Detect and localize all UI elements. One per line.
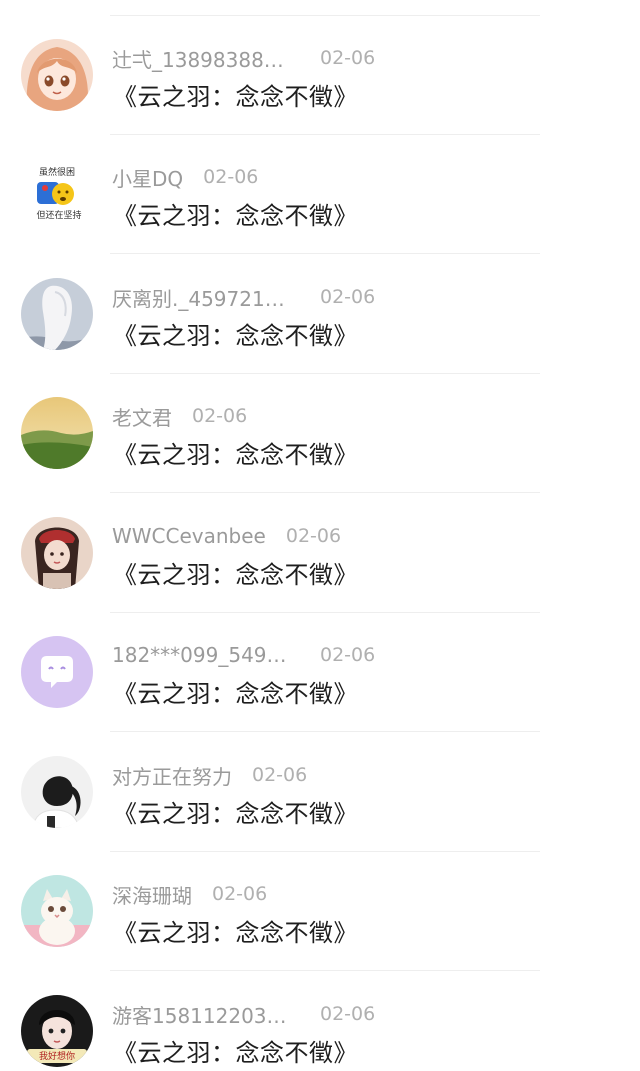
timestamp: 02-06 (203, 166, 259, 188)
comment-text: 《云之羽：念念不徵》 (113, 561, 358, 589)
comment-item[interactable]: 虽然很困 但还在坚持 小星DQ 02-06 《云之羽：念念不徵》 (0, 135, 640, 254)
comment-text: 《云之羽：念念不徵》 (113, 800, 358, 828)
girl-photo-avatar-icon (21, 517, 93, 589)
avatar[interactable] (21, 278, 93, 350)
timestamp: 02-06 (320, 1003, 376, 1025)
comment-meta: 小星DQ 02-06 (112, 163, 259, 192)
avatar[interactable] (21, 517, 93, 589)
avatar[interactable] (21, 636, 93, 708)
comment-meta: 辻弌_138983884... 02-06 (112, 44, 376, 73)
comment-item[interactable]: 对方正在努力 02-06 《云之羽：念念不徵》 (0, 733, 640, 852)
avatar-caption: 我好想你 (39, 1050, 75, 1062)
comment-meta: 182***099_54930... 02-06 (112, 642, 375, 668)
timestamp: 02-06 (285, 525, 342, 547)
avatar[interactable]: 虽然很困 但还在坚持 (21, 158, 93, 230)
selfie-girl-avatar-icon: 我好想你 (21, 995, 93, 1067)
comment-item[interactable]: 老文君 02-06 《云之羽：念念不徵》 (0, 374, 640, 493)
divider (110, 970, 540, 971)
divider (110, 253, 540, 254)
timestamp: 02-06 (192, 405, 248, 427)
comment-text: 《云之羽：念念不徵》 (113, 1039, 358, 1067)
landscape-avatar-icon (21, 397, 93, 469)
avatar[interactable] (21, 397, 93, 469)
comment-item[interactable]: 我好想你 游客1581122035... 02-06 《云之羽：念念不徵》 (0, 972, 640, 1071)
username[interactable]: WWCCevanbee (112, 524, 266, 548)
comment-item[interactable]: 辻弌_138983884... 02-06 《云之羽：念念不徵》 (0, 16, 640, 135)
comment-text: 《云之羽：念念不徵》 (113, 680, 358, 708)
comment-text: 《云之羽：念念不徵》 (113, 441, 358, 469)
comment-meta: 对方正在努力 02-06 (112, 761, 308, 790)
timestamp: 02-06 (320, 47, 376, 69)
sticker-text-top: 虽然很困 (39, 166, 75, 178)
username[interactable]: 厌离别._4597216... (112, 283, 292, 312)
cat-avatar-icon (21, 875, 93, 947)
emoji-sticker-avatar-icon: 虽然很困 但还在坚持 (21, 158, 93, 230)
timestamp: 02-06 (212, 883, 268, 905)
comment-meta: 老文君 02-06 (112, 402, 248, 431)
comment-item[interactable]: 厌离别._4597216... 02-06 《云之羽：念念不徵》 (0, 255, 640, 374)
username[interactable]: 深海珊瑚 (112, 880, 192, 909)
comment-meta: WWCCevanbee 02-06 (112, 523, 341, 549)
avatar[interactable] (21, 875, 93, 947)
comment-item[interactable]: 182***099_54930... 02-06 《云之羽：念念不徵》 (0, 613, 640, 732)
divider (110, 492, 540, 493)
ghost-girl-avatar-icon (21, 278, 93, 350)
timestamp: 02-06 (252, 764, 308, 786)
username[interactable]: 游客1581122035... (112, 1000, 292, 1029)
comment-text: 《云之羽：念念不徵》 (113, 83, 358, 111)
username[interactable]: 对方正在努力 (112, 761, 232, 790)
username[interactable]: 辻弌_138983884... (112, 44, 292, 73)
anime-girl-avatar-icon (21, 39, 93, 111)
username[interactable]: 182***099_54930... (112, 643, 292, 667)
comment-item[interactable]: WWCCevanbee 02-06 《云之羽：念念不徵》 (0, 494, 640, 613)
comment-text: 《云之羽：念念不徵》 (113, 919, 358, 947)
chat-bubble-avatar-icon (21, 636, 93, 708)
comment-meta: 游客1581122035... 02-06 (112, 1000, 376, 1029)
timestamp: 02-06 (320, 286, 376, 308)
comment-meta: 深海珊瑚 02-06 (112, 880, 268, 909)
username[interactable]: 老文君 (112, 402, 172, 431)
comment-item[interactable]: 深海珊瑚 02-06 《云之羽：念念不徵》 (0, 852, 640, 971)
comment-feed: 辻弌_138983884... 02-06 《云之羽：念念不徵》 虽然很困 但还… (0, 0, 640, 1071)
avatar[interactable] (21, 39, 93, 111)
divider (110, 731, 540, 732)
avatar[interactable] (21, 756, 93, 828)
comment-text: 《云之羽：念念不徵》 (113, 202, 358, 230)
avatar[interactable]: 我好想你 (21, 995, 93, 1067)
sticker-text-bottom: 但还在坚持 (36, 209, 81, 221)
comment-text: 《云之羽：念念不徵》 (113, 322, 358, 350)
username[interactable]: 小星DQ (112, 163, 183, 192)
ponytail-girl-avatar-icon (21, 756, 93, 828)
comment-meta: 厌离别._4597216... 02-06 (112, 283, 376, 312)
timestamp: 02-06 (320, 644, 376, 666)
